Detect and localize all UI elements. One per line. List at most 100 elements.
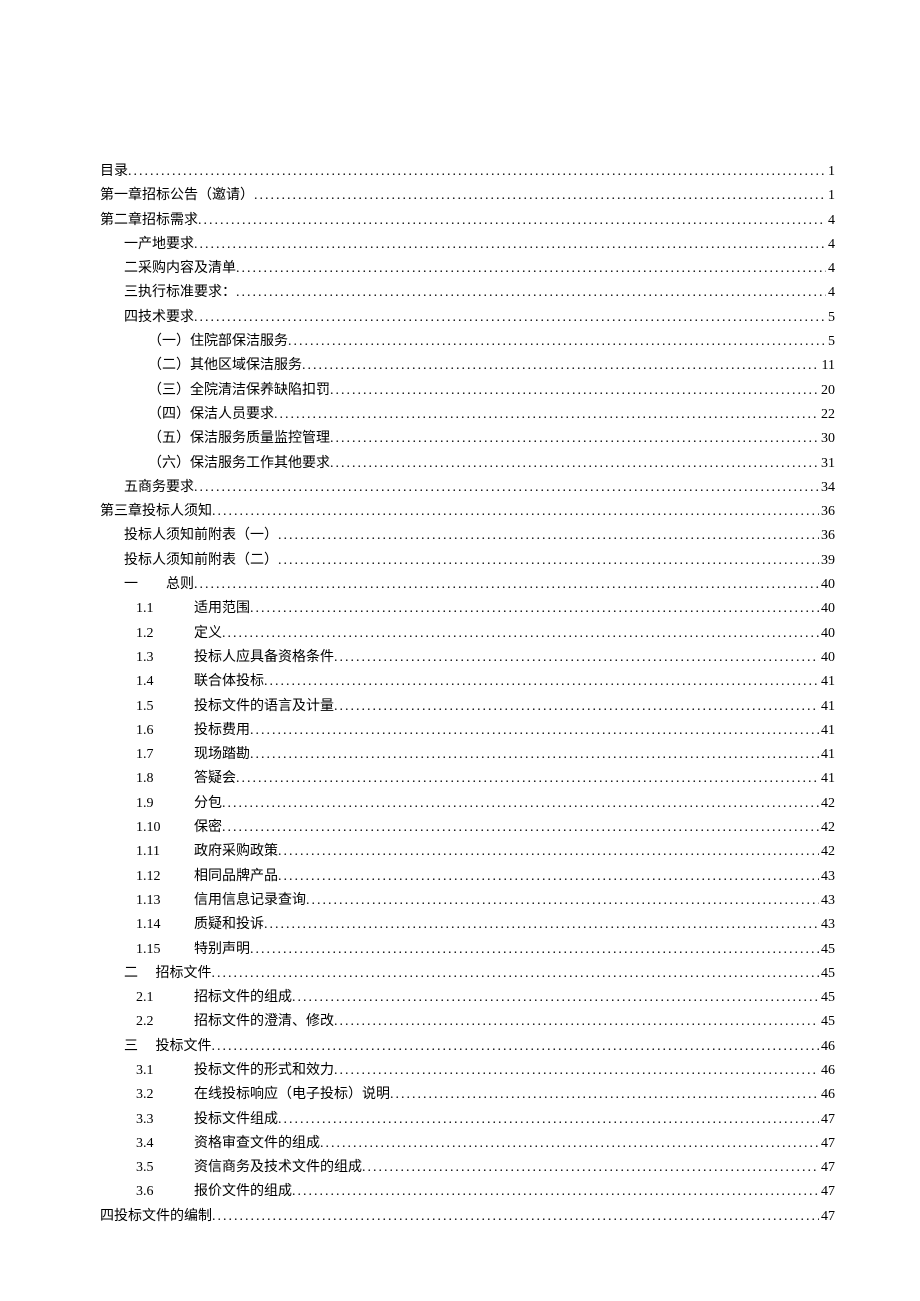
toc-entry-number: 3.3 xyxy=(136,1108,194,1132)
toc-leader-dots xyxy=(334,695,819,719)
toc-entry[interactable]: 1.1适用范围40 xyxy=(100,597,835,621)
toc-entry[interactable]: 第三章投标人须知36 xyxy=(100,500,835,524)
toc-entry[interactable]: 3.2在线投标响应（电子投标）说明46 xyxy=(100,1083,835,1107)
toc-entry[interactable]: 三 投标文件46 xyxy=(100,1035,835,1059)
toc-leader-dots xyxy=(198,209,826,233)
toc-entry-number: 1.14 xyxy=(136,913,194,937)
toc-leader-dots xyxy=(330,452,819,476)
toc-entry-number: 1.12 xyxy=(136,865,194,889)
toc-entry[interactable]: 第二章招标需求4 xyxy=(100,209,835,233)
toc-entry-label: 质疑和投诉 xyxy=(194,913,264,937)
toc-entry-page: 31 xyxy=(819,452,835,476)
toc-entry[interactable]: 1.14质疑和投诉43 xyxy=(100,913,835,937)
toc-entry-label: 投标人应具备资格条件 xyxy=(194,646,334,670)
toc-entry-number: 2.1 xyxy=(136,986,194,1010)
toc-entry-label: 保密 xyxy=(194,816,222,840)
toc-entry[interactable]: 四投标文件的编制 47 xyxy=(100,1205,835,1229)
toc-leader-dots xyxy=(302,354,820,378)
toc-entry[interactable]: （六）保洁服务工作其他要求31 xyxy=(100,452,835,476)
toc-entry[interactable]: 2.1招标文件的组成45 xyxy=(100,986,835,1010)
toc-entry-page: 45 xyxy=(819,1010,835,1034)
toc-leader-dots xyxy=(212,1035,820,1059)
toc-leader-dots xyxy=(278,840,819,864)
toc-entry-page: 42 xyxy=(819,816,835,840)
toc-entry-page: 41 xyxy=(819,719,835,743)
toc-entry[interactable]: 2.2招标文件的澄清、修改 45 xyxy=(100,1010,835,1034)
toc-entry[interactable]: 目录1 xyxy=(100,160,835,184)
toc-entry[interactable]: 第一章招标公告（邀请）1 xyxy=(100,184,835,208)
toc-entry[interactable]: 1.5投标文件的语言及计量41 xyxy=(100,695,835,719)
toc-entry[interactable]: 二采购内容及清单4 xyxy=(100,257,835,281)
toc-entry-label: （四）保洁人员要求 xyxy=(148,403,274,427)
toc-entry-page: 4 xyxy=(826,257,835,281)
toc-entry-label: 四投标文件的编制 xyxy=(100,1205,212,1229)
toc-leader-dots xyxy=(278,549,819,573)
toc-entry[interactable]: 3.3投标文件组成47 xyxy=(100,1108,835,1132)
toc-entry[interactable]: 3.1投标文件的形式和效力46 xyxy=(100,1059,835,1083)
toc-entry-page: 34 xyxy=(819,476,835,500)
toc-leader-dots xyxy=(306,889,819,913)
toc-entry-number: 2.2 xyxy=(136,1010,194,1034)
toc-leader-dots xyxy=(194,476,819,500)
toc-entry-label: 联合体投标 xyxy=(194,670,264,694)
toc-entry-page: 41 xyxy=(819,695,835,719)
toc-entry[interactable]: 1.2定义40 xyxy=(100,622,835,646)
toc-entry-page: 41 xyxy=(819,767,835,791)
toc-leader-dots xyxy=(212,500,819,524)
toc-entry[interactable]: （四）保洁人员要求22 xyxy=(100,403,835,427)
toc-leader-dots xyxy=(292,1180,819,1204)
toc-entry[interactable]: 五商务要求34 xyxy=(100,476,835,500)
toc-leader-dots xyxy=(278,1108,819,1132)
toc-leader-dots xyxy=(330,427,819,451)
toc-entry-label: 资格审查文件的组成 xyxy=(194,1132,320,1156)
toc-entry[interactable]: 一 总则40 xyxy=(100,573,835,597)
toc-entry[interactable]: 1.4联合体投标41 xyxy=(100,670,835,694)
toc-entry-page: 20 xyxy=(819,379,835,403)
toc-leader-dots xyxy=(278,865,819,889)
toc-entry[interactable]: 1.13信用信息记录查询43 xyxy=(100,889,835,913)
toc-entry[interactable]: 1.6投标费用41 xyxy=(100,719,835,743)
toc-entry[interactable]: （三）全院清洁保养缺陷扣罚20 xyxy=(100,379,835,403)
toc-entry[interactable]: 投标人须知前附表（一）36 xyxy=(100,524,835,548)
toc-entry[interactable]: 1.8答疑会41 xyxy=(100,767,835,791)
toc-entry-page: 40 xyxy=(819,622,835,646)
toc-leader-dots xyxy=(250,719,819,743)
toc-entry-label: 分包 xyxy=(194,792,222,816)
toc-entry[interactable]: 二 招标文件45 xyxy=(100,962,835,986)
toc-entry[interactable]: 1.7现场踏勘41 xyxy=(100,743,835,767)
toc-entry[interactable]: 四技术要求5 xyxy=(100,306,835,330)
toc-entry[interactable]: 3.5资信商务及技术文件的组成47 xyxy=(100,1156,835,1180)
toc-entry-number: 1.11 xyxy=(136,840,194,864)
toc-entry[interactable]: 1.12相同品牌产品43 xyxy=(100,865,835,889)
toc-entry-page: 39 xyxy=(819,549,835,573)
toc-entry[interactable]: （一）住院部保洁服务5 xyxy=(100,330,835,354)
toc-leader-dots xyxy=(250,597,819,621)
toc-entry[interactable]: 1.11政府采购政策42 xyxy=(100,840,835,864)
toc-entry[interactable]: （二）其他区域保洁服务11 xyxy=(100,354,835,378)
toc-entry[interactable]: 投标人须知前附表（二）39 xyxy=(100,549,835,573)
toc-entry-number: 1.5 xyxy=(136,695,194,719)
toc-entry-page: 41 xyxy=(819,670,835,694)
toc-entry[interactable]: 1.9分包42 xyxy=(100,792,835,816)
toc-entry[interactable]: 3.4资格审查文件的组成47 xyxy=(100,1132,835,1156)
toc-entry-label: 答疑会 xyxy=(194,767,236,791)
toc-entry-label: 招标文件的澄清、修改 xyxy=(194,1010,334,1034)
toc-entry[interactable]: 1.15特别声明45 xyxy=(100,938,835,962)
toc-leader-dots xyxy=(212,1205,819,1229)
toc-leader-dots xyxy=(390,1083,819,1107)
toc-entry[interactable]: 3.6报价文件的组成47 xyxy=(100,1180,835,1204)
toc-container: 目录1第一章招标公告（邀请）1第二章招标需求4一产地要求4二采购内容及清单4三执… xyxy=(100,160,835,1229)
toc-leader-dots xyxy=(236,767,819,791)
toc-entry[interactable]: （五）保洁服务质量监控管理30 xyxy=(100,427,835,451)
toc-leader-dots xyxy=(222,792,819,816)
toc-entry[interactable]: 1.3投标人应具备资格条件40 xyxy=(100,646,835,670)
toc-leader-dots xyxy=(292,986,819,1010)
toc-entry[interactable]: 三执行标准要求：4 xyxy=(100,281,835,305)
toc-entry-page: 36 xyxy=(819,524,835,548)
toc-leader-dots xyxy=(274,403,819,427)
toc-entry-page: 46 xyxy=(819,1059,835,1083)
toc-entry[interactable]: 一产地要求4 xyxy=(100,233,835,257)
toc-entry[interactable]: 1.10保密42 xyxy=(100,816,835,840)
toc-entry-label: 相同品牌产品 xyxy=(194,865,278,889)
toc-entry-label: 目录 xyxy=(100,160,128,184)
